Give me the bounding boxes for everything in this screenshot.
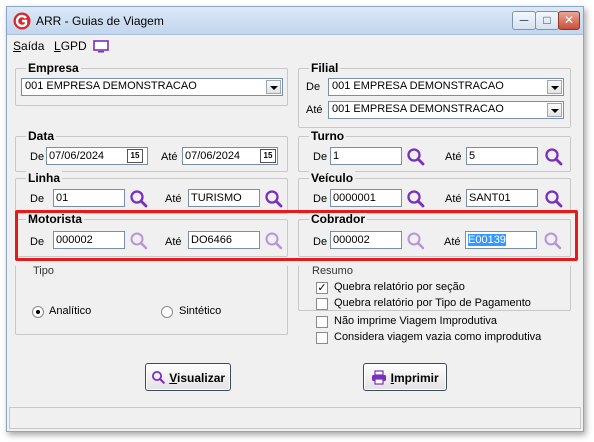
filial-group: Filial De 001 EMPRESA DEMONSTRACAO Até 0… bbox=[298, 61, 571, 128]
calendar-icon[interactable]: 15 bbox=[127, 149, 143, 163]
resumo-group: Resumo ✓ Quebra relatório por seção Queb… bbox=[298, 265, 571, 311]
radio-analitico-label[interactable]: Analítico bbox=[49, 305, 91, 317]
data-group: Data De 07/06/2024 15 Até 07/06/2024 15 bbox=[15, 129, 288, 172]
empresa-group: Empresa 001 EMPRESA DEMONSTRACAO bbox=[15, 61, 288, 106]
cobrador-ate-field[interactable]: E00139 bbox=[465, 231, 537, 249]
search-icon bbox=[151, 370, 165, 384]
filial-ate-select[interactable]: 001 EMPRESA DEMONSTRACAO bbox=[328, 101, 564, 119]
title-bar[interactable]: ARR - Guias de Viagem ─ □ ✕ bbox=[7, 7, 583, 35]
turno-group: Turno De 1 Até 5 bbox=[298, 129, 571, 172]
filial-de-value: 001 EMPRESA DEMONSTRACAO bbox=[332, 80, 504, 92]
imprimir-button[interactable]: Imprimir bbox=[363, 363, 447, 391]
chevron-down-icon[interactable] bbox=[547, 80, 562, 94]
turno-ate-field[interactable]: 5 bbox=[466, 147, 538, 165]
data-title: Data bbox=[26, 129, 57, 143]
maximize-button[interactable]: □ bbox=[535, 11, 559, 30]
tipo-group: Tipo Analítico Sintético bbox=[15, 265, 288, 335]
radio-analitico[interactable] bbox=[32, 306, 44, 318]
turno-de-field[interactable]: 1 bbox=[330, 147, 402, 165]
cobrador-de-field[interactable]: 000002 bbox=[330, 231, 402, 249]
turno-ate-label: Até bbox=[445, 151, 462, 163]
checkbox-quebra-secao[interactable]: ✓ bbox=[316, 282, 328, 294]
menu-bar: Saída LGPD bbox=[7, 36, 583, 56]
radio-sintetico[interactable] bbox=[161, 306, 173, 318]
linha-ate-field[interactable]: TURISMO bbox=[188, 189, 260, 207]
empresa-title: Empresa bbox=[26, 61, 81, 75]
filial-de-select[interactable]: 001 EMPRESA DEMONSTRACAO bbox=[328, 78, 564, 96]
linha-de-label: De bbox=[30, 193, 45, 205]
status-bar bbox=[9, 407, 581, 429]
checkbox-nao-imprime[interactable] bbox=[316, 316, 328, 328]
chevron-down-icon[interactable] bbox=[547, 103, 562, 117]
veiculo-ate-label: Até bbox=[445, 193, 462, 205]
checkbox-considera-vazia[interactable] bbox=[316, 332, 328, 344]
data-ate-label: Até bbox=[161, 151, 178, 163]
linha-de-field[interactable]: 01 bbox=[53, 189, 125, 207]
motorista-title: Motorista bbox=[26, 212, 84, 226]
checkbox-quebra-secao-label[interactable]: Quebra relatório por seção bbox=[334, 281, 465, 293]
visualizar-button[interactable]: Visualizar bbox=[145, 363, 231, 391]
turno-de-label: De bbox=[313, 151, 328, 163]
motorista-de-label: De bbox=[30, 236, 45, 248]
veiculo-title: Veículo bbox=[309, 171, 356, 185]
veiculo-ate-field[interactable]: SANT01 bbox=[466, 189, 538, 207]
turno-title: Turno bbox=[309, 129, 347, 143]
linha-title: Linha bbox=[26, 171, 62, 185]
filial-ate-value: 001 EMPRESA DEMONSTRACAO bbox=[332, 103, 504, 115]
menu-lgpd[interactable]: LGPD bbox=[54, 39, 87, 53]
tipo-title: Tipo bbox=[33, 265, 54, 277]
filial-ate-label: Até bbox=[306, 104, 323, 116]
calendar-icon[interactable]: 15 bbox=[260, 149, 276, 163]
radio-sintetico-label[interactable]: Sintético bbox=[179, 305, 221, 317]
cobrador-ate-label: Até bbox=[444, 236, 461, 248]
chevron-down-icon[interactable] bbox=[266, 80, 281, 94]
checkbox-quebra-pagamento-label[interactable]: Quebra relatório por Tipo de Pagamento bbox=[334, 297, 531, 309]
veiculo-de-label: De bbox=[313, 193, 328, 205]
search-icon[interactable] bbox=[544, 189, 564, 209]
search-icon[interactable] bbox=[406, 231, 426, 251]
checkbox-considera-vazia-label[interactable]: Considera viagem vazia como improdutiva bbox=[334, 331, 541, 343]
checkbox-nao-imprime-label[interactable]: Não imprime Viagem Improdutiva bbox=[334, 315, 497, 327]
menu-saida[interactable]: Saída bbox=[13, 39, 44, 53]
cobrador-group: Cobrador De 000002 Até E00139 bbox=[298, 212, 571, 257]
search-icon[interactable] bbox=[129, 189, 149, 209]
checkbox-quebra-pagamento[interactable] bbox=[316, 298, 328, 310]
linha-ate-label: Até bbox=[165, 193, 182, 205]
close-button[interactable]: ✕ bbox=[558, 11, 580, 30]
search-icon[interactable] bbox=[544, 147, 564, 167]
search-icon[interactable] bbox=[406, 147, 426, 167]
search-icon[interactable] bbox=[264, 231, 284, 251]
empresa-select[interactable]: 001 EMPRESA DEMONSTRACAO bbox=[21, 78, 283, 96]
cobrador-de-label: De bbox=[313, 236, 328, 248]
minimize-button[interactable]: ─ bbox=[512, 11, 536, 30]
search-icon[interactable] bbox=[406, 189, 426, 209]
monitor-icon[interactable] bbox=[93, 40, 109, 53]
motorista-ate-label: Até bbox=[165, 236, 182, 248]
window-title: ARR - Guias de Viagem bbox=[36, 14, 164, 28]
veiculo-de-field[interactable]: 0000001 bbox=[330, 189, 402, 207]
veiculo-group: Veículo De 0000001 Até SANT01 bbox=[298, 171, 571, 214]
empresa-value: 001 EMPRESA DEMONSTRACAO bbox=[25, 80, 197, 92]
cobrador-title: Cobrador bbox=[309, 212, 367, 226]
filial-de-label: De bbox=[306, 81, 321, 93]
resumo-title: Resumo bbox=[312, 265, 353, 277]
search-icon[interactable] bbox=[264, 189, 284, 209]
printer-icon bbox=[372, 370, 387, 385]
motorista-ate-field[interactable]: DO6466 bbox=[188, 231, 260, 249]
motorista-de-field[interactable]: 000002 bbox=[53, 231, 125, 249]
data-de-label: De bbox=[30, 151, 45, 163]
search-icon[interactable] bbox=[543, 231, 563, 251]
linha-group: Linha De 01 Até TURISMO bbox=[15, 171, 288, 214]
motorista-group: Motorista De 000002 Até DO6466 bbox=[15, 212, 288, 257]
app-logo-icon bbox=[13, 12, 31, 30]
main-window: ARR - Guias de Viagem ─ □ ✕ Saída LGPD E… bbox=[6, 6, 584, 432]
filial-title: Filial bbox=[309, 61, 341, 75]
search-icon[interactable] bbox=[129, 231, 149, 251]
